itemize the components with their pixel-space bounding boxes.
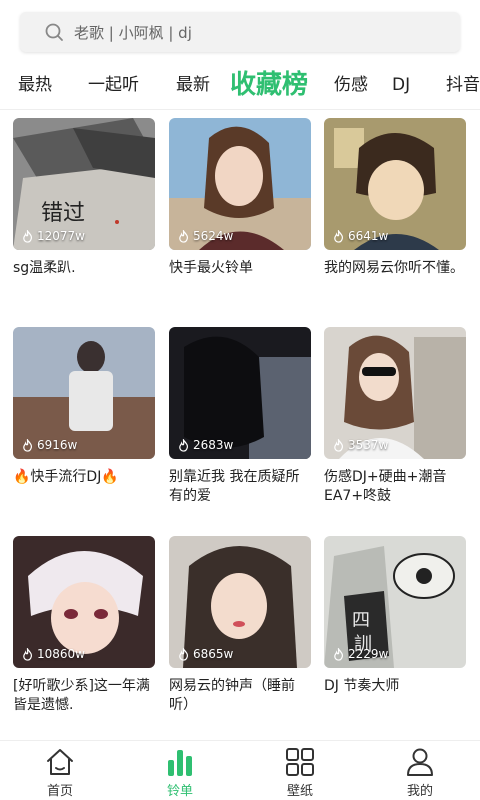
playlist-title: 网易云的钟声（睡前听）	[169, 678, 295, 713]
play-count: 3537w	[332, 438, 388, 452]
play-count: 6641w	[332, 229, 388, 243]
category-tabs: 最热 一起听 最新 收藏榜 伤感 DJ 抖音	[0, 64, 480, 110]
play-count-text: 2683w	[193, 438, 234, 452]
bars-icon	[168, 750, 192, 776]
play-count-text: 6641w	[348, 229, 389, 243]
play-count: 10860w	[21, 647, 85, 661]
play-count-text: 6916w	[37, 438, 78, 452]
play-count: 2683w	[177, 438, 233, 452]
svg-text:错过: 错过	[41, 201, 85, 226]
playlist-cover: 错过 12077w	[13, 118, 155, 250]
playlist-card[interactable]: 2683w 别靠近我 我在质疑所有的爱	[169, 327, 311, 508]
nav-home-label: 首页	[46, 784, 73, 799]
playlist-card[interactable]: 3537w 伤感DJ+硬曲+潮音EA7+咚鼓	[324, 327, 466, 508]
play-count: 6865w	[177, 647, 233, 661]
playlist-title: [好听歌少系]这一年满皆是遗憾.	[13, 678, 150, 713]
playlist-card[interactable]: 6641w 我的网易云你听不懂。	[324, 118, 466, 299]
playlist-grid: 错过 12077w sg温柔趴. 5624w 快手最火铃单 6641w 我的网易…	[0, 110, 480, 740]
playlist-title: DJ 节奏大师	[324, 678, 400, 694]
person-icon	[407, 748, 433, 776]
nav-home[interactable]: 首页	[20, 741, 100, 800]
tab-sad[interactable]: 伤感	[334, 64, 368, 109]
play-count-text: 12077w	[37, 229, 85, 243]
play-count-text: 3537w	[348, 438, 389, 452]
play-count-text: 10860w	[37, 647, 85, 661]
playlist-cover: 6916w	[13, 327, 155, 459]
flame-icon	[179, 647, 188, 661]
nav-playlists[interactable]: 铃单	[140, 741, 220, 800]
play-count: 5624w	[177, 229, 233, 243]
tab-hot[interactable]: 最热	[18, 64, 52, 109]
flame-icon	[334, 438, 343, 452]
home-icon	[47, 749, 73, 775]
nav-wallpaper[interactable]: 壁纸	[260, 741, 340, 800]
flame-icon	[23, 438, 32, 452]
playlist-card[interactable]: 10860w [好听歌少系]这一年满皆是遗憾.	[13, 536, 155, 717]
tab-dj[interactable]: DJ	[392, 64, 410, 109]
play-count-text: 6865w	[193, 647, 234, 661]
play-count: 2229w	[332, 647, 388, 661]
nav-mine[interactable]: 我的	[380, 741, 460, 800]
playlist-title: 快手最火铃单	[169, 260, 253, 276]
play-count: 6916w	[21, 438, 77, 452]
tab-listen-together[interactable]: 一起听	[88, 64, 139, 109]
grid-icon	[286, 748, 314, 776]
playlist-cover: 6865w	[169, 536, 311, 668]
flame-icon	[23, 229, 32, 243]
search-input[interactable]: 老歌 | 小阿枫 | dj	[20, 12, 460, 52]
playlist-cover: 3537w	[324, 327, 466, 459]
search-placeholder: 老歌 | 小阿枫 | dj	[74, 23, 192, 42]
playlist-cover: 6641w	[324, 118, 466, 250]
flame-icon	[179, 438, 188, 452]
nav-wallpaper-label: 壁纸	[286, 784, 313, 799]
flame-icon	[334, 647, 343, 661]
play-count-text: 5624w	[193, 229, 234, 243]
playlist-card[interactable]: 错过 12077w sg温柔趴.	[13, 118, 155, 299]
playlist-card[interactable]: 6916w 🔥快手流行DJ🔥	[13, 327, 155, 508]
tab-newest[interactable]: 最新	[176, 64, 210, 109]
svg-text:四: 四	[352, 610, 370, 631]
playlist-cover: 2683w	[169, 327, 311, 459]
playlist-title: 我的网易云你听不懂。	[324, 260, 464, 276]
playlist-cover: 5624w	[169, 118, 311, 250]
playlist-title: 🔥快手流行DJ🔥	[13, 469, 119, 485]
nav-mine-label: 我的	[406, 784, 433, 799]
play-count-text: 2229w	[348, 647, 389, 661]
playlist-card[interactable]: 5624w 快手最火铃单	[169, 118, 311, 299]
playlist-title: 伤感DJ+硬曲+潮音EA7+咚鼓	[324, 469, 447, 504]
playlist-cover: 10860w	[13, 536, 155, 668]
nav-playlists-label: 铃单	[166, 784, 193, 799]
search-icon	[45, 23, 63, 41]
play-count: 12077w	[21, 229, 85, 243]
bottom-nav: 首页 铃单 壁纸 我的	[0, 740, 480, 800]
playlist-card[interactable]: 四 訓 2229w DJ 节奏大师	[324, 536, 466, 717]
playlist-cover: 四 訓 2229w	[324, 536, 466, 668]
tab-favorites-chart[interactable]: 收藏榜	[230, 64, 308, 109]
playlist-title: 别靠近我 我在质疑所有的爱	[169, 469, 300, 504]
flame-icon	[334, 229, 343, 243]
playlist-card[interactable]: 6865w 网易云的钟声（睡前听）	[169, 536, 311, 717]
playlist-title: sg温柔趴.	[13, 260, 76, 276]
flame-icon	[179, 229, 188, 243]
search-bar-container: 老歌 | 小阿枫 | dj	[0, 0, 480, 64]
flame-icon	[23, 647, 32, 661]
tab-douyin[interactable]: 抖音	[446, 64, 480, 109]
